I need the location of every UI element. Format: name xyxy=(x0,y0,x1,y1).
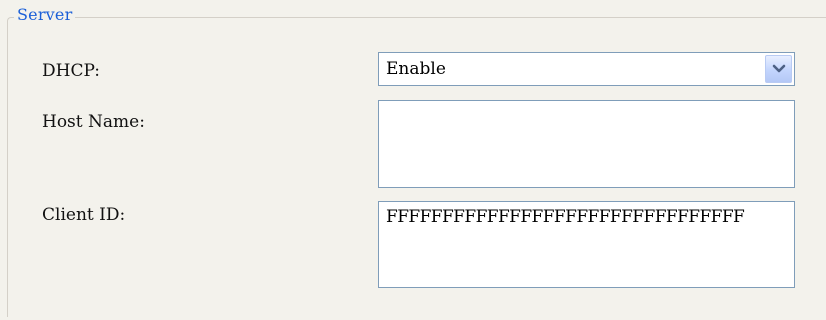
dhcp-selected-value: Enable xyxy=(386,59,446,79)
dhcp-select[interactable]: Enable xyxy=(378,52,795,86)
client-id-value: FFFFFFFFFFFFFFFFFFFFFFFFFFFFFFFF xyxy=(386,207,745,227)
host-name-field[interactable] xyxy=(378,100,795,188)
host-name-label: Host Name: xyxy=(42,112,145,132)
server-settings-page: Server DHCP: Enable Host Name: Client ID… xyxy=(0,0,826,320)
client-id-label: Client ID: xyxy=(42,205,126,225)
chevron-down-icon xyxy=(772,64,785,73)
client-id-field[interactable]: FFFFFFFFFFFFFFFFFFFFFFFFFFFFFFFF xyxy=(378,201,795,288)
server-group-title: Server xyxy=(14,5,76,25)
dhcp-dropdown-button[interactable] xyxy=(765,55,792,83)
dhcp-label: DHCP: xyxy=(42,61,101,81)
